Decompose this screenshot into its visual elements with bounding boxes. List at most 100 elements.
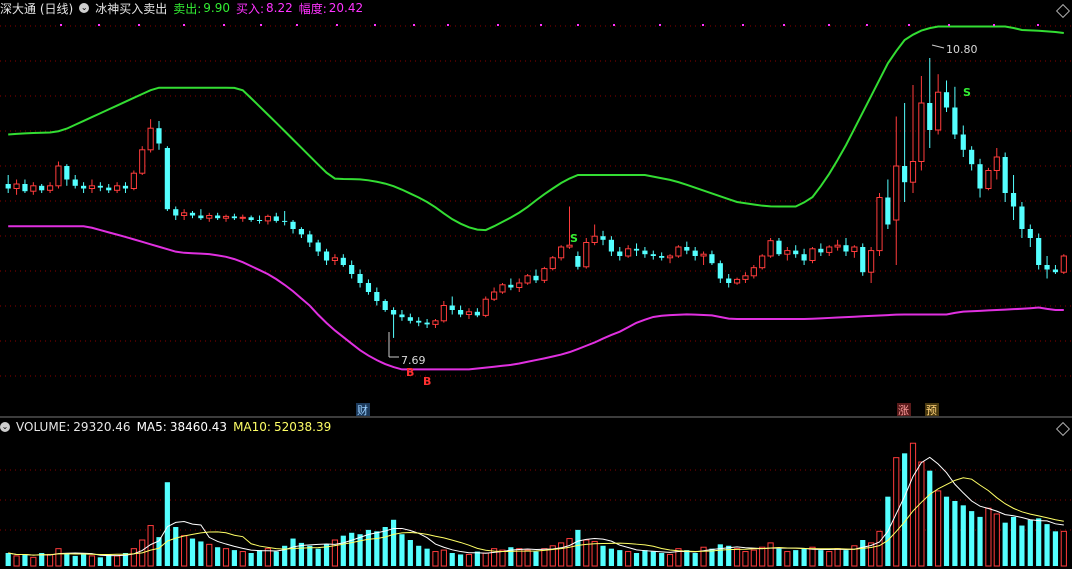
candle-body-up — [625, 248, 632, 257]
candle-body-up — [750, 267, 757, 277]
candle-body-down — [952, 107, 958, 135]
top-marker-dot — [540, 24, 542, 26]
volume-bar-down — [633, 553, 640, 566]
volume-bar-down — [1002, 522, 1008, 566]
candle-body-up — [264, 215, 272, 222]
candle-body-up — [432, 320, 439, 325]
candle-body-down — [298, 229, 305, 235]
volume-bar-down — [600, 545, 606, 566]
volume-bar-up — [114, 555, 121, 567]
candles-layer — [5, 24, 1067, 358]
volume-bar-down — [717, 544, 723, 566]
candle-body-up — [147, 127, 154, 151]
candle-body-up — [918, 102, 925, 162]
volume-bars-layer — [5, 442, 1067, 567]
top-marker-dot — [374, 24, 376, 26]
top-marker-dot — [577, 24, 579, 26]
candle-body-down — [1044, 265, 1050, 270]
candle-body-down — [709, 254, 715, 264]
volume-bar-up — [809, 546, 816, 567]
candle-body-down — [633, 248, 640, 251]
candle-body-down — [885, 197, 891, 225]
volume-bar-down — [575, 529, 581, 566]
candle-body-up — [130, 172, 137, 189]
volume-bar-down — [307, 545, 313, 566]
candle-body-down — [508, 284, 514, 288]
volume-bar-up — [591, 540, 598, 567]
candle-body-down — [315, 242, 321, 252]
candle-body-up — [784, 250, 791, 255]
candle-body-up — [516, 282, 523, 288]
volume-bar-up — [1060, 530, 1067, 567]
volume-bar-down — [173, 527, 179, 566]
volume-bar-down — [801, 548, 807, 566]
candle-body-down — [977, 164, 983, 189]
volume-bar-down — [650, 551, 656, 566]
volume-bar-down — [952, 501, 958, 566]
candle-body-up — [759, 255, 766, 269]
candle-body-down — [642, 250, 648, 255]
candle-body-up — [499, 284, 506, 293]
volume-bar-down — [399, 534, 405, 566]
lower-band-line — [8, 225, 1064, 371]
volume-bar-up — [222, 548, 230, 567]
candlestick-chart[interactable]: 7.69 10.80 B B S S 财 涨 预 — [0, 0, 1072, 569]
volume-bar-down — [5, 553, 11, 566]
candle-body-down — [960, 134, 966, 150]
candle-body-down — [307, 234, 313, 243]
candle-body-down — [282, 220, 288, 222]
top-marker-dot — [948, 24, 950, 26]
candle-body-down — [106, 187, 112, 191]
candle-body-up — [935, 91, 942, 131]
candle-body-down — [927, 103, 933, 130]
volume-bar-up — [876, 530, 883, 567]
buy-marker-2: B — [423, 375, 431, 388]
candle-body-down — [22, 184, 28, 192]
volume-bar-up — [46, 553, 54, 567]
volume-bar-down — [960, 505, 966, 566]
volume-bar-down — [248, 553, 254, 566]
volume-bar-up — [432, 551, 439, 567]
candle-body-down — [860, 247, 866, 273]
candle-body-up — [465, 311, 473, 315]
volume-bar-down — [382, 527, 388, 566]
top-marker-dot — [447, 24, 449, 26]
volume-bar-up — [909, 442, 917, 567]
volume-bar-down — [189, 538, 196, 566]
volume-bar-down — [474, 551, 480, 566]
candle-body-up — [222, 215, 230, 219]
candle-body-up — [88, 185, 96, 190]
top-marker-dot — [613, 24, 615, 26]
volume-bar-down — [349, 532, 355, 566]
candle-body-down — [659, 256, 665, 258]
candle-body-down — [198, 215, 204, 219]
candle-body-down — [173, 209, 179, 216]
candle-body-down — [575, 256, 581, 267]
candle-body-up — [1060, 255, 1067, 273]
candle-body-up — [985, 170, 992, 189]
volume-bar-up — [918, 461, 925, 567]
top-marker-dot — [659, 24, 661, 26]
candle-body-down — [72, 179, 78, 186]
candle-body-down — [189, 212, 196, 216]
volume-bar-down — [776, 548, 782, 566]
candle-body-up — [524, 275, 531, 284]
volume-bar-up — [264, 548, 272, 567]
candle-body-down — [407, 317, 413, 321]
top-marker-dot — [413, 24, 415, 26]
candle-body-down — [684, 247, 690, 251]
candle-body-down — [5, 184, 11, 189]
event-yu-label: 预 — [926, 404, 937, 417]
candle-body-up — [440, 305, 447, 322]
volume-bar-down — [533, 551, 539, 566]
candle-body-up — [55, 165, 62, 187]
volume-bar-up — [834, 548, 841, 567]
candle-body-up — [13, 183, 20, 189]
candle-body-up — [114, 185, 121, 191]
volume-bar-down — [357, 534, 363, 566]
candle-body-down — [290, 221, 296, 229]
candle-body-down — [374, 292, 380, 301]
candle-body-up — [666, 255, 674, 259]
volume-bar-down — [1027, 519, 1033, 566]
candle-body-up — [893, 165, 900, 221]
